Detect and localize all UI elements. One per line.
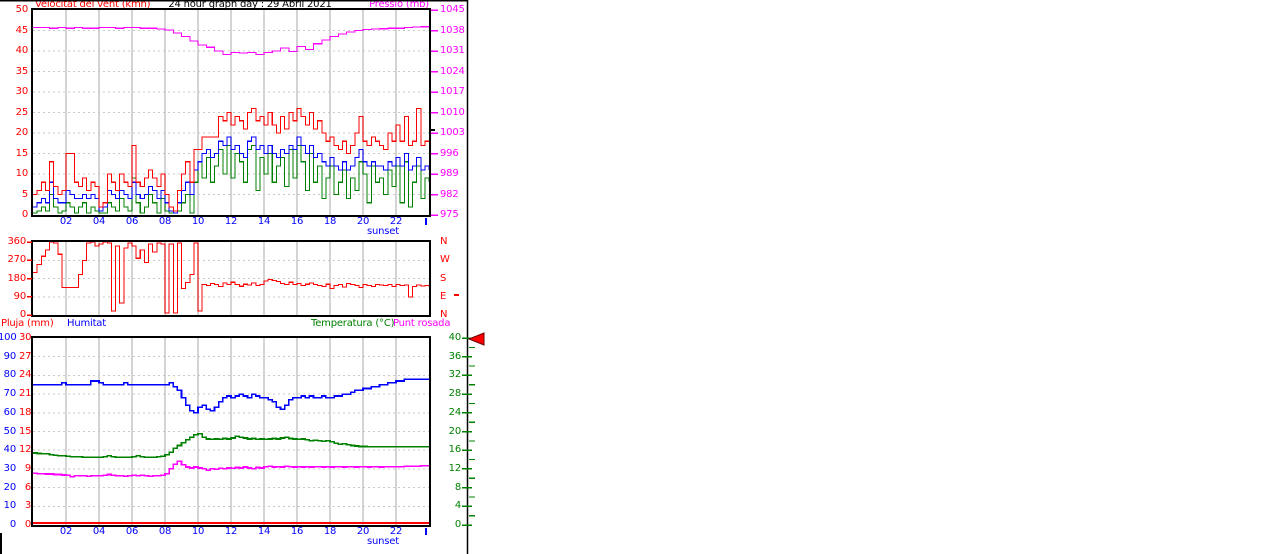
hour-tick-label: 12 — [224, 216, 238, 227]
wind-pressure-plot — [31, 8, 431, 217]
compass-tick-label: E — [440, 290, 447, 302]
hour-tick-label: 12 — [224, 526, 238, 537]
temperature-tick-label: 4 — [454, 500, 461, 512]
rain-humidity-temperature-plot — [31, 336, 431, 527]
hour-tick-label: 18 — [323, 216, 337, 227]
hour-tick-label: 08 — [158, 216, 172, 227]
pressure-tick-label: 1024 — [440, 65, 465, 77]
hour-tick-label: 18 — [323, 526, 337, 537]
rain-tick-label: 15 — [19, 425, 32, 437]
temp-scale-arrow-marker — [467, 332, 485, 346]
humidity-tick-label: 60 — [3, 406, 17, 418]
wind-direction-tick-label: 360 — [7, 236, 27, 247]
pressure-tick-label: 1045 — [440, 4, 465, 15]
hour-tick-label: 16 — [290, 526, 304, 537]
rain-tick-label: 21 — [19, 388, 32, 400]
wind-direction-tick-label: 0 — [19, 309, 26, 320]
temperature-tick-label: 12 — [448, 462, 462, 474]
humidity-tick-label: 0 — [9, 519, 16, 530]
wind-speed-tick-label: 10 — [15, 168, 29, 179]
hour-tick-label: 08 — [158, 526, 172, 537]
hour-tick-label: 06 — [125, 526, 139, 537]
sunset-marker-label-top: sunset — [367, 226, 399, 237]
hour-tick-label: 10 — [191, 526, 205, 537]
pressure-tick-label: 1010 — [440, 106, 465, 118]
wind-speed-tick-label: 35 — [15, 65, 29, 77]
temperature-tick-label: 16 — [448, 444, 462, 456]
hour-tick-label: 04 — [92, 216, 106, 227]
temperature-tick-label: 8 — [454, 481, 461, 493]
compass-minor-tick — [454, 294, 459, 296]
hour-tick-label: 06 — [125, 216, 139, 227]
legend-humidity: Humitat — [67, 318, 106, 329]
sunset-marker-label-bottom: sunset — [367, 536, 399, 547]
hour-tick-label: 10 — [191, 216, 205, 227]
compass-tick-label: S — [440, 272, 447, 284]
temperature-tick-label: 28 — [448, 388, 462, 400]
wind-speed-tick-label: 50 — [15, 4, 29, 15]
pressure-tick-label: 996 — [440, 147, 459, 159]
humidity-tick-label: 40 — [3, 444, 17, 456]
humidity-tick-label: 10 — [3, 500, 17, 512]
temperature-tick-label: 24 — [448, 406, 462, 418]
rain-tick-label: 9 — [24, 462, 31, 474]
wind-speed-tick-label: 45 — [15, 24, 29, 36]
hour-tick-label: 20 — [356, 526, 370, 537]
rain-tick-label: 24 — [19, 369, 32, 381]
humidity-tick-label: 50 — [3, 425, 17, 437]
temperature-tick-label: 0 — [454, 519, 461, 530]
hour-tick-label: 20 — [356, 216, 370, 227]
pressure-tick-label: 1031 — [440, 45, 465, 56]
compass-tick-label: N — [440, 236, 448, 247]
temperature-tick-label: 32 — [448, 369, 462, 381]
rain-tick-label: 0 — [24, 519, 31, 530]
legend-temperature: Temperatura (°C) — [311, 318, 395, 329]
temperature-tick-label: 40 — [448, 332, 462, 343]
pressure-tick-label: 1038 — [440, 24, 465, 36]
pressure-tick-label: 989 — [440, 168, 459, 179]
humidity-tick-label: 90 — [3, 350, 17, 362]
wind-speed-tick-label: 30 — [15, 86, 29, 97]
wind-direction-tick-label: 270 — [7, 254, 27, 266]
humidity-tick-label: 80 — [3, 369, 17, 381]
temperature-tick-label: 36 — [448, 350, 462, 362]
hour-tick-label: 04 — [92, 526, 106, 537]
temperature-tick-label: 20 — [448, 425, 462, 437]
wind-speed-tick-label: 25 — [15, 106, 29, 118]
hour-tick-label: 22 — [389, 216, 403, 227]
pressure-tick-label: 975 — [440, 209, 459, 220]
rain-tick-label: 12 — [19, 444, 32, 456]
weather-graph-window: Velocitat del vent (kmh) 24 hour graph d… — [0, 0, 1280, 554]
hour-tick-label: 02 — [59, 216, 73, 227]
wind-speed-tick-label: 15 — [15, 147, 29, 159]
hour-tick-label: 02 — [59, 526, 73, 537]
humidity-tick-label: 30 — [3, 462, 17, 474]
pressure-tick-label: 982 — [440, 188, 459, 200]
wind-direction-plot — [31, 240, 431, 317]
hour-tick-label: 14 — [257, 526, 271, 537]
axis-end-tick-bottom — [425, 528, 427, 535]
compass-tick-label: W — [440, 254, 450, 266]
humidity-tick-label: 20 — [3, 481, 17, 493]
rain-tick-label: 3 — [24, 500, 31, 512]
wind-direction-tick-label: 180 — [7, 272, 27, 284]
rain-tick-label: 30 — [19, 332, 32, 343]
wind-speed-tick-label: 40 — [15, 45, 29, 56]
rain-tick-label: 27 — [19, 350, 32, 362]
rain-tick-label: 6 — [24, 481, 31, 493]
wind-speed-tick-label: 5 — [21, 188, 28, 200]
wind-speed-tick-label: 20 — [15, 127, 29, 138]
hour-tick-label: 16 — [290, 216, 304, 227]
humidity-tick-label: 100 — [0, 332, 17, 343]
wind-speed-tick-label: 0 — [21, 209, 28, 220]
humidity-tick-label: 70 — [3, 388, 17, 400]
pressure-tick-label: 1003 — [440, 127, 465, 138]
pressure-tick-label: 1017 — [440, 86, 465, 97]
wind-direction-tick-label: 90 — [13, 290, 27, 302]
compass-tick-label: N — [440, 309, 448, 320]
hour-tick-label: 22 — [389, 526, 403, 537]
hour-tick-label: 14 — [257, 216, 271, 227]
rain-tick-label: 18 — [19, 406, 32, 418]
axis-end-tick-top — [425, 218, 427, 225]
